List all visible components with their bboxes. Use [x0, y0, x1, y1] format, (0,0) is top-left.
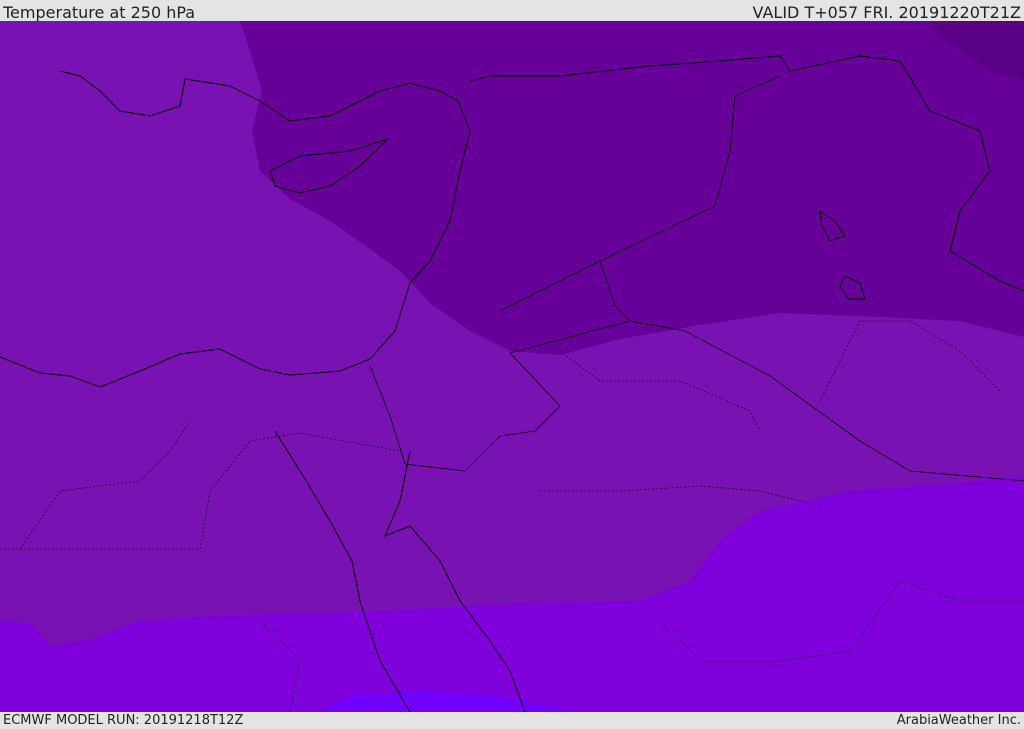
temperature-map [0, 21, 1024, 712]
brand-credit: ArabiaWeather Inc. [896, 713, 1021, 728]
header-bar: Temperature at 250 hPa VALID T+057 FRI. … [0, 0, 1024, 22]
map-title: Temperature at 250 hPa [3, 3, 196, 22]
footer-bar: ECMWF MODEL RUN: 20191218T12Z ArabiaWeat… [0, 712, 1024, 729]
model-run: ECMWF MODEL RUN: 20191218T12Z [3, 713, 244, 728]
valid-time: VALID T+057 FRI. 20191220T21Z [752, 3, 1021, 22]
